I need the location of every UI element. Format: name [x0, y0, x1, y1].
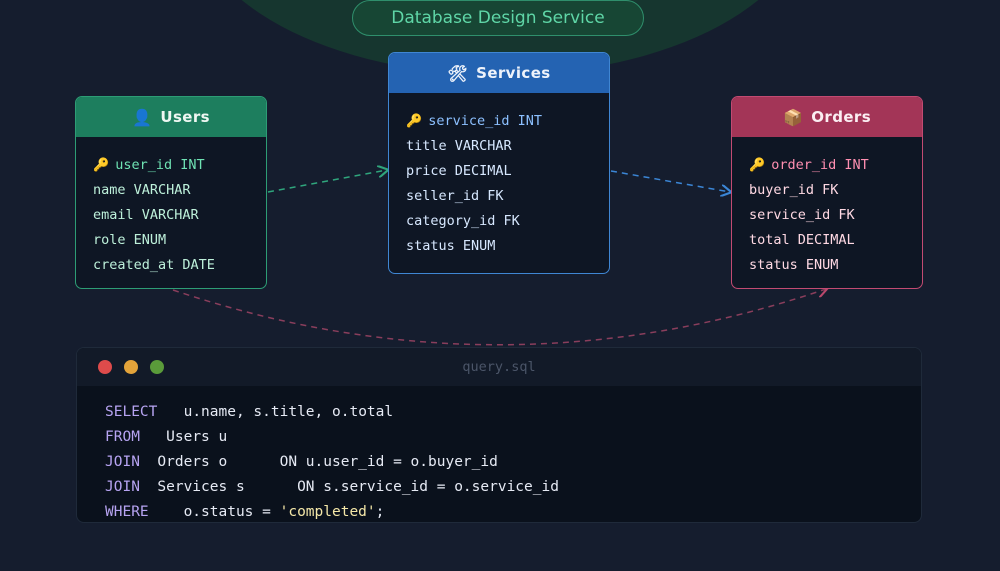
services-column-row: status ENUM [406, 238, 496, 254]
users-table-header: 👤 Users [76, 97, 266, 137]
sql-keyword: JOIN [105, 454, 140, 470]
users-table[interactable]: 👤 Users 🔑 user_id INT name VARCHAR email … [75, 96, 267, 289]
sql-keyword: FROM [105, 429, 140, 445]
code-line: WHERE o.status = 'completed'; [105, 500, 921, 522]
key-icon: 🔑 [406, 114, 423, 129]
users-column-row: email VARCHAR [93, 207, 199, 223]
users-column-row: created_at DATE [93, 257, 215, 273]
diagram-canvas: Database Design Service 👤 Users 🔑 user_id… [0, 0, 1000, 571]
services-column-row: seller_id FK [406, 188, 504, 204]
users-column-row: 🔑 user_id INT [93, 153, 266, 178]
sql-editor-window[interactable]: query.sql SELECT u.name, s.title, o.tota… [76, 347, 922, 523]
sql-keyword: JOIN [105, 479, 140, 495]
sql-string: 'completed' [279, 504, 376, 520]
orders-columns: 🔑 order_id INT buyer_id FK service_id FK … [732, 137, 922, 278]
orders-table-header: 📦 Orders [732, 97, 922, 137]
code-gap [140, 454, 157, 470]
orders-table[interactable]: 📦 Orders 🔑 order_id INT buyer_id FK servi… [731, 96, 923, 289]
column-text: service_id INT [428, 113, 542, 129]
orders-column-row: service_id FK [749, 207, 855, 223]
services-column-row: title VARCHAR [406, 138, 512, 154]
user-icon: 👤 [132, 107, 153, 127]
sql-keyword: WHERE [105, 504, 149, 520]
code-gap [140, 479, 157, 495]
code-line: FROM Users u [105, 425, 921, 450]
link-services-orders [610, 170, 730, 192]
close-window-dot[interactable] [98, 360, 112, 374]
sql-code[interactable]: SELECT u.name, s.title, o.total FROM Use… [77, 386, 921, 522]
tools-icon: 🛠 [447, 63, 469, 83]
sql-text: u.name, s.title, o.total [183, 404, 394, 420]
orders-column-row: status ENUM [749, 257, 839, 273]
services-column-row: category_id FK [406, 213, 520, 229]
column-text: user_id INT [115, 157, 205, 173]
sql-text: Users u [166, 429, 228, 445]
code-gap [140, 429, 166, 445]
sql-text: Orders o ON u.user_id = o.buyer_id [157, 454, 498, 470]
services-table-header: 🛠 Services [389, 53, 609, 93]
column-text: order_id INT [771, 157, 869, 173]
link-users-orders [172, 289, 826, 346]
users-column-row: name VARCHAR [93, 182, 191, 198]
code-gap [149, 504, 184, 520]
link-users-services [267, 170, 387, 193]
editor-title-bar: query.sql [77, 348, 921, 386]
sql-text: o.status = [183, 504, 280, 520]
sql-terminator: ; [375, 504, 385, 520]
key-icon: 🔑 [749, 158, 766, 173]
maximize-window-dot[interactable] [150, 360, 164, 374]
orders-table-title: Orders [811, 108, 872, 126]
orders-column-row: buyer_id FK [749, 182, 839, 198]
users-columns: 🔑 user_id INT name VARCHAR email VARCHAR … [76, 137, 266, 278]
orders-column-row: 🔑 order_id INT [749, 153, 922, 178]
sql-text: Services s ON s.service_id = o.service_i… [157, 479, 559, 495]
orders-column-row: total DECIMAL [749, 232, 855, 248]
code-line: JOIN Services s ON s.service_id = o.serv… [105, 475, 921, 500]
services-table[interactable]: 🛠 Services 🔑 service_id INT title VARCHAR… [388, 52, 610, 274]
services-columns: 🔑 service_id INT title VARCHAR price DECI… [389, 93, 609, 259]
editor-filename: query.sql [462, 359, 536, 375]
services-column-row: 🔑 service_id INT [406, 109, 609, 134]
services-column-row: price DECIMAL [406, 163, 512, 179]
minimize-window-dot[interactable] [124, 360, 138, 374]
users-table-title: Users [160, 108, 210, 126]
services-table-title: Services [476, 64, 551, 82]
sql-keyword: SELECT [105, 404, 158, 420]
code-line: SELECT u.name, s.title, o.total [105, 400, 921, 425]
box-icon: 📦 [782, 107, 804, 127]
code-line: JOIN Orders o ON u.user_id = o.buyer_id [105, 450, 921, 475]
key-icon: 🔑 [93, 158, 110, 173]
code-gap [157, 404, 183, 420]
users-column-row: role ENUM [93, 232, 167, 248]
